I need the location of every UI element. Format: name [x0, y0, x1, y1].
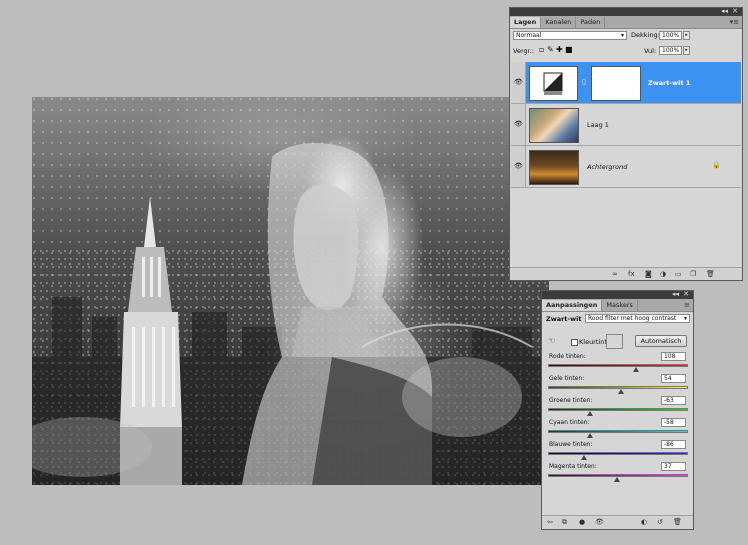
close-panel-icon[interactable]: ✕ [683, 290, 689, 299]
tint-label: Kleurtint [579, 338, 607, 346]
slider-label: Magenta tinten: [549, 463, 597, 470]
target-adjust-icon[interactable]: ☜ [548, 337, 555, 345]
chevron-down-icon: ▾ [620, 32, 624, 39]
slider-knob[interactable] [633, 367, 640, 372]
layer-style-icon[interactable]: fx [628, 270, 635, 278]
layer-row-zwart-wit[interactable]: 👁 ▯ Zwart-wit 1 [511, 62, 741, 104]
panel-menu-icon[interactable]: ≡ [684, 300, 690, 310]
mask-link-icon[interactable]: ▯ [582, 78, 586, 86]
preset-select[interactable]: Rood filter met hoog contrast ▾ [585, 314, 690, 323]
tint-checkbox[interactable] [571, 339, 578, 346]
opacity-input[interactable]: 100% [659, 31, 682, 40]
visibility-icon[interactable]: 👁 [595, 518, 604, 526]
layer-photo-thumbnail [529, 150, 579, 185]
trash-icon[interactable]: 🗑 [673, 518, 682, 526]
adjustment-title: Zwart-wit [546, 315, 582, 323]
layer-row-achtergrond[interactable]: 👁 Achtergrond 🔒 [511, 146, 741, 188]
close-panel-icon[interactable]: ✕ [732, 7, 738, 16]
slider-value-input[interactable]: -63 [661, 396, 686, 405]
slider-label: Cyaan tinten: [549, 419, 590, 426]
layers-panel-tabs: Lagen Kanalen Paden ▾≡ [510, 16, 742, 29]
expand-view-icon[interactable]: ⧉ [562, 518, 567, 526]
slider-label: Groene tinten: [549, 397, 593, 404]
reset-icon[interactable]: ↺ [657, 518, 663, 526]
lock-label: Vergr.: [513, 47, 534, 55]
photo-composite-art [32, 143, 549, 485]
layers-panel: ◂◂ ✕ Lagen Kanalen Paden ▾≡ Normaal ▾ De… [509, 7, 743, 281]
slider-value-input[interactable]: 54 [661, 374, 686, 383]
lock-move-icon[interactable]: ✚ [556, 46, 563, 54]
document-canvas[interactable] [32, 97, 549, 485]
preset-value: Rood filter met hoog contrast [588, 315, 677, 322]
slider-knob[interactable] [617, 389, 624, 394]
adjustments-panel: ◂◂ ✕ Aanpassingen Maskers ≡ Zwart-wit Ro… [541, 290, 694, 530]
new-layer-icon[interactable]: ❐ [690, 270, 696, 278]
layer-name[interactable]: Zwart-wit 1 [648, 79, 690, 87]
fill-slider-button[interactable]: ▸ [683, 46, 690, 55]
chevron-down-icon: ▾ [683, 315, 687, 322]
tab-paden[interactable]: Paden [576, 17, 606, 28]
black-white-adjustment-icon [543, 72, 563, 95]
slider-label: Rode tinten: [549, 353, 586, 360]
slider-track[interactable] [548, 430, 688, 433]
adjustments-bottom-toolbar: ⇦ ⧉ ● 👁 ◐ ↺ 🗑 [542, 515, 693, 529]
opacity-label: Dekking: [631, 31, 660, 39]
slider-value-input[interactable]: 108 [661, 352, 686, 361]
slider-label: Gele tinten: [549, 375, 585, 382]
panel-menu-icon[interactable]: ▾≡ [730, 17, 739, 27]
layer-name[interactable]: Laag 1 [587, 121, 609, 129]
panel-title-bar[interactable]: ◂◂ ✕ [510, 7, 742, 16]
slider-track[interactable] [548, 408, 688, 411]
layer-name[interactable]: Achtergrond [587, 163, 627, 171]
slider-track[interactable] [548, 452, 688, 455]
panel-title-bar[interactable]: ◂◂ ✕ [542, 290, 693, 299]
slider-knob[interactable] [581, 455, 588, 460]
slider-knob[interactable] [587, 411, 593, 416]
eye-icon[interactable]: 👁 [514, 162, 523, 170]
slider-value-input[interactable]: -58 [661, 418, 686, 427]
tab-lagen[interactable]: Lagen [510, 17, 542, 28]
slider-label: Blauwe tinten: [549, 441, 593, 448]
lock-transparent-icon[interactable]: ▫ [539, 46, 544, 54]
eye-icon[interactable]: 👁 [514, 78, 523, 86]
collapse-icon[interactable]: ◂◂ [721, 7, 728, 16]
layer-mask-thumbnail[interactable] [591, 66, 641, 101]
lock-icon: 🔒 [712, 161, 721, 169]
new-adjustment-icon[interactable]: ◑ [660, 270, 666, 278]
slider-knob[interactable] [587, 433, 593, 438]
tab-maskers[interactable]: Maskers [602, 300, 638, 311]
fill-label: Vul: [644, 47, 657, 55]
slider-knob[interactable] [613, 477, 620, 482]
layer-row-laag-1[interactable]: 👁 Laag 1 [511, 104, 741, 146]
tint-color-swatch[interactable] [606, 334, 623, 349]
new-group-icon[interactable]: ▭ [675, 270, 682, 278]
adjustment-icon-thumbnail [529, 66, 578, 101]
fill-input[interactable]: 100% [659, 46, 682, 55]
lock-brush-icon[interactable]: ✎ [547, 46, 554, 54]
blend-mode-select[interactable]: Normaal ▾ [513, 31, 627, 40]
tab-aanpassingen[interactable]: Aanpassingen [542, 300, 603, 311]
slider-value-input[interactable]: -86 [661, 440, 686, 449]
auto-button[interactable]: Automatisch [635, 335, 687, 347]
previous-state-icon[interactable]: ◐ [641, 518, 647, 526]
trash-icon[interactable]: 🗑 [706, 270, 715, 278]
layers-bottom-toolbar: ∞ fx ◙ ◑ ▭ ❐ 🗑 [510, 267, 742, 280]
collapse-icon[interactable]: ◂◂ [672, 290, 679, 299]
layer-photo-thumbnail [529, 108, 579, 143]
blend-mode-value: Normaal [516, 32, 542, 39]
lock-all-icon[interactable]: ■ [565, 46, 573, 54]
link-layers-icon[interactable]: ∞ [612, 270, 618, 278]
adjustments-panel-tabs: Aanpassingen Maskers ≡ [542, 299, 693, 312]
add-mask-icon[interactable]: ◙ [645, 270, 652, 278]
eye-icon[interactable]: 👁 [514, 120, 523, 128]
clip-to-layer-icon[interactable]: ● [579, 518, 585, 526]
slider-track[interactable] [548, 364, 688, 367]
return-to-list-icon[interactable]: ⇦ [547, 518, 553, 526]
tab-kanalen[interactable]: Kanalen [541, 17, 577, 28]
slider-value-input[interactable]: 37 [661, 462, 686, 471]
opacity-slider-button[interactable]: ▸ [683, 31, 690, 40]
